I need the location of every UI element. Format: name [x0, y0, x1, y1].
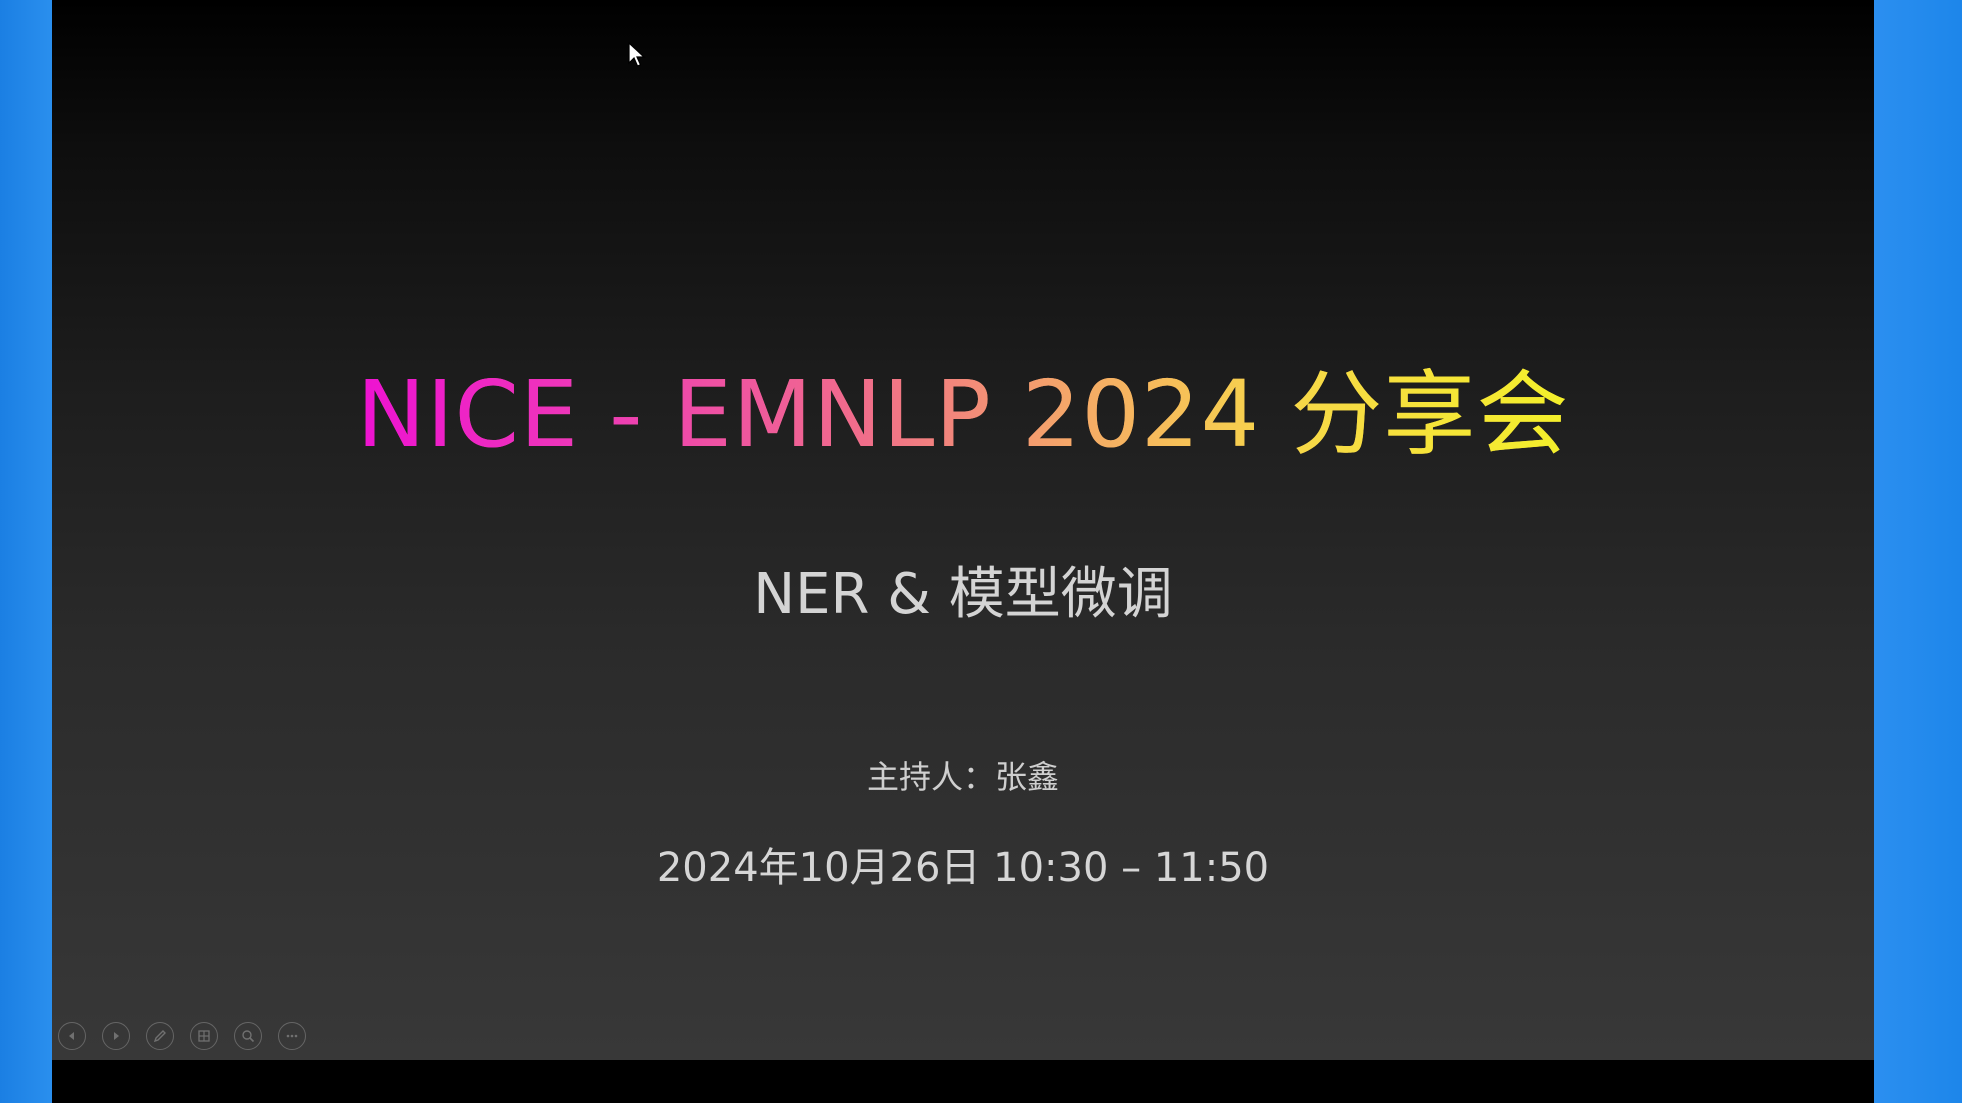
slide-host: 主持人：张鑫	[866, 758, 1059, 796]
slide-title: NICE - EMNLP 2024 分享会	[52, 350, 1874, 480]
ellipsis-icon	[286, 1034, 298, 1038]
pen-icon	[153, 1030, 166, 1043]
mouse-cursor-icon	[628, 42, 646, 67]
bottom-black-bar	[52, 1060, 1874, 1103]
desktop-screen: NICE - EMNLP 2024 分享会 NER & 模型微调 主持人：张鑫 …	[0, 0, 1962, 1103]
next-slide-button[interactable]	[102, 1022, 130, 1050]
slide-datetime: 2024年10月26日 10:30 – 11:50	[656, 845, 1270, 891]
presentation-window: NICE - EMNLP 2024 分享会 NER & 模型微调 主持人：张鑫 …	[52, 0, 1874, 1103]
arrow-right-icon	[114, 1032, 119, 1040]
slide-title-text: NICE - EMNLP 2024 分享会	[357, 350, 1570, 480]
slide-subtitle: NER & 模型微调	[753, 562, 1173, 627]
slide[interactable]: NICE - EMNLP 2024 分享会 NER & 模型微调 主持人：张鑫 …	[52, 0, 1874, 1060]
grid-icon	[198, 1030, 210, 1042]
zoom-button[interactable]	[234, 1022, 262, 1050]
see-all-slides-button[interactable]	[190, 1022, 218, 1050]
previous-slide-button[interactable]	[58, 1022, 86, 1050]
arrow-left-icon	[69, 1032, 74, 1040]
pen-tool-button[interactable]	[146, 1022, 174, 1050]
magnifier-icon	[242, 1030, 255, 1043]
more-options-button[interactable]	[278, 1022, 306, 1050]
slideshow-controls	[58, 1020, 306, 1052]
